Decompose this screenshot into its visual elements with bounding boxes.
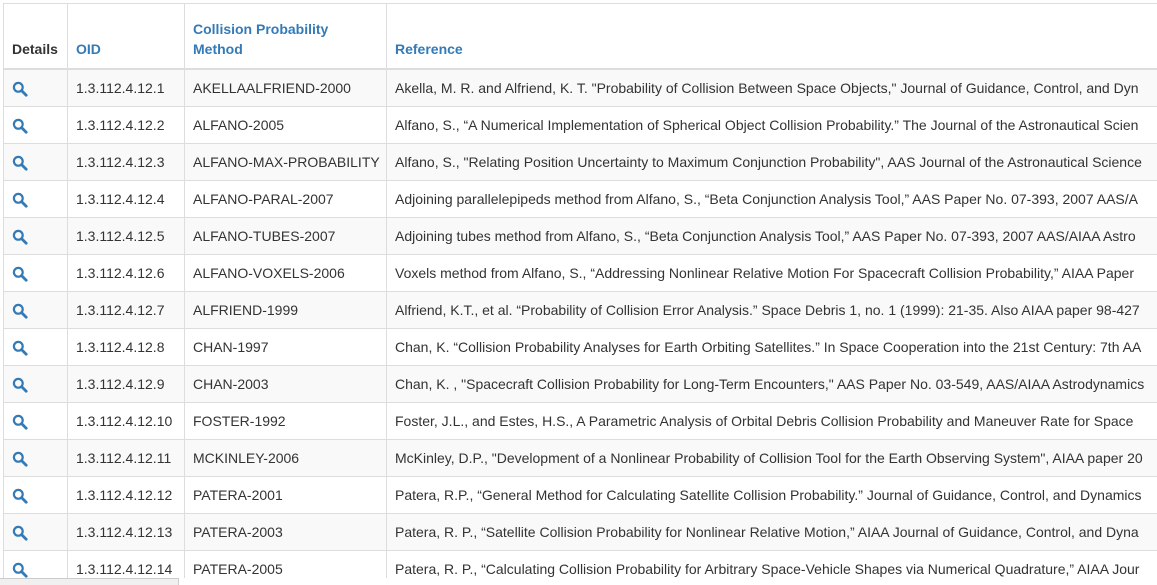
- method-cell: AKELLAALFRIEND-2000: [185, 69, 387, 107]
- oid-cell: 1.3.112.4.12.13: [68, 514, 185, 551]
- table-row: 1.3.112.4.12.3ALFANO-MAX-PROBABILITYAlfa…: [4, 144, 1157, 181]
- header-row: Details OID Collision Probability Method…: [4, 4, 1157, 70]
- search-icon[interactable]: [12, 414, 28, 430]
- details-cell: [4, 144, 68, 181]
- table-row: 1.3.112.4.12.11MCKINLEY-2006McKinley, D.…: [4, 440, 1157, 477]
- reference-cell: Chan, K. , "Spacecraft Collision Probabi…: [387, 366, 1157, 403]
- table-row: 1.3.112.4.12.5ALFANO-TUBES-2007Adjoining…: [4, 218, 1157, 255]
- oid-cell: 1.3.112.4.12.2: [68, 107, 185, 144]
- details-cell: [4, 69, 68, 107]
- search-icon[interactable]: [12, 81, 28, 97]
- details-cell: [4, 551, 68, 579]
- details-cell: [4, 255, 68, 292]
- details-cell: [4, 403, 68, 440]
- table-row: 1.3.112.4.12.4ALFANO-PARAL-2007Adjoining…: [4, 181, 1157, 218]
- table-container: Details OID Collision Probability Method…: [3, 3, 1157, 578]
- details-cell: [4, 107, 68, 144]
- reference-cell: Adjoining parallelepipeds method from Al…: [387, 181, 1157, 218]
- search-icon[interactable]: [12, 229, 28, 245]
- oid-cell: 1.3.112.4.12.11: [68, 440, 185, 477]
- method-cell: CHAN-2003: [185, 366, 387, 403]
- method-cell: CHAN-1997: [185, 329, 387, 366]
- search-icon[interactable]: [12, 155, 28, 171]
- table-row: 1.3.112.4.12.2ALFANO-2005Alfano, S., “A …: [4, 107, 1157, 144]
- details-cell: [4, 218, 68, 255]
- reference-cell: Alfano, S., “A Numerical Implementation …: [387, 107, 1157, 144]
- oid-cell: 1.3.112.4.12.12: [68, 477, 185, 514]
- method-cell: ALFANO-MAX-PROBABILITY: [185, 144, 387, 181]
- details-cell: [4, 477, 68, 514]
- table-row: 1.3.112.4.12.8CHAN-1997Chan, K. “Collisi…: [4, 329, 1157, 366]
- details-column-header: Details: [4, 4, 68, 70]
- search-icon[interactable]: [12, 192, 28, 208]
- table-row: 1.3.112.4.12.1AKELLAALFRIEND-2000Akella,…: [4, 69, 1157, 107]
- details-cell: [4, 366, 68, 403]
- table-row: 1.3.112.4.12.14PATERA-2005Patera, R. P.,…: [4, 551, 1157, 579]
- oid-cell: 1.3.112.4.12.9: [68, 366, 185, 403]
- method-cell: PATERA-2001: [185, 477, 387, 514]
- reference-column-header[interactable]: Reference: [387, 4, 1157, 70]
- table-row: 1.3.112.4.12.9CHAN-2003Chan, K. , "Space…: [4, 366, 1157, 403]
- search-icon[interactable]: [12, 266, 28, 282]
- method-cell: ALFANO-TUBES-2007: [185, 218, 387, 255]
- search-icon[interactable]: [12, 118, 28, 134]
- table-row: 1.3.112.4.12.7ALFRIEND-1999Alfriend, K.T…: [4, 292, 1157, 329]
- reference-cell: Foster, J.L., and Estes, H.S., A Paramet…: [387, 403, 1157, 440]
- search-icon[interactable]: [12, 340, 28, 356]
- search-icon[interactable]: [12, 451, 28, 467]
- reference-cell: Patera, R. P., “Satellite Collision Prob…: [387, 514, 1157, 551]
- search-icon[interactable]: [12, 303, 28, 319]
- method-cell: ALFRIEND-1999: [185, 292, 387, 329]
- details-cell: [4, 329, 68, 366]
- method-cell: MCKINLEY-2006: [185, 440, 387, 477]
- table-row: 1.3.112.4.12.6ALFANO-VOXELS-2006Voxels m…: [4, 255, 1157, 292]
- oid-cell: 1.3.112.4.12.1: [68, 69, 185, 107]
- search-icon[interactable]: [12, 488, 28, 504]
- oid-cell: 1.3.112.4.12.10: [68, 403, 185, 440]
- oid-cell: 1.3.112.4.12.4: [68, 181, 185, 218]
- method-cell: ALFANO-PARAL-2007: [185, 181, 387, 218]
- collision-probability-table: Details OID Collision Probability Method…: [3, 3, 1157, 578]
- table-body: 1.3.112.4.12.1AKELLAALFRIEND-2000Akella,…: [4, 69, 1157, 578]
- details-cell: [4, 181, 68, 218]
- reference-cell: Patera, R.P., “General Method for Calcul…: [387, 477, 1157, 514]
- method-cell: PATERA-2005: [185, 551, 387, 579]
- oid-cell: 1.3.112.4.12.7: [68, 292, 185, 329]
- oid-cell: 1.3.112.4.12.3: [68, 144, 185, 181]
- search-icon[interactable]: [12, 377, 28, 393]
- method-cell: PATERA-2003: [185, 514, 387, 551]
- oid-cell: 1.3.112.4.12.6: [68, 255, 185, 292]
- oid-cell: 1.3.112.4.12.5: [68, 218, 185, 255]
- search-icon[interactable]: [12, 562, 28, 578]
- reference-cell: Adjoining tubes method from Alfano, S., …: [387, 218, 1157, 255]
- reference-cell: Chan, K. “Collision Probability Analyses…: [387, 329, 1157, 366]
- oid-column-header[interactable]: OID: [68, 4, 185, 70]
- method-cell: FOSTER-1992: [185, 403, 387, 440]
- details-cell: [4, 292, 68, 329]
- reference-cell: Alfriend, K.T., et al. “Probability of C…: [387, 292, 1157, 329]
- table-row: 1.3.112.4.12.13PATERA-2003Patera, R. P.,…: [4, 514, 1157, 551]
- method-cell: ALFANO-VOXELS-2006: [185, 255, 387, 292]
- method-column-header[interactable]: Collision Probability Method: [185, 4, 387, 70]
- method-cell: ALFANO-2005: [185, 107, 387, 144]
- table-row: 1.3.112.4.12.12PATERA-2001Patera, R.P., …: [4, 477, 1157, 514]
- table-row: 1.3.112.4.12.10FOSTER-1992Foster, J.L., …: [4, 403, 1157, 440]
- table-header: Details OID Collision Probability Method…: [4, 4, 1157, 70]
- details-cell: [4, 440, 68, 477]
- reference-cell: Voxels method from Alfano, S., “Addressi…: [387, 255, 1157, 292]
- details-cell: [4, 514, 68, 551]
- search-icon[interactable]: [12, 525, 28, 541]
- reference-cell: Akella, M. R. and Alfriend, K. T. "Proba…: [387, 69, 1157, 107]
- oid-cell: 1.3.112.4.12.14: [68, 551, 185, 579]
- reference-cell: Patera, R. P., “Calculating Collision Pr…: [387, 551, 1157, 579]
- reference-cell: McKinley, D.P., "Development of a Nonlin…: [387, 440, 1157, 477]
- oid-cell: 1.3.112.4.12.8: [68, 329, 185, 366]
- reference-cell: Alfano, S., "Relating Position Uncertain…: [387, 144, 1157, 181]
